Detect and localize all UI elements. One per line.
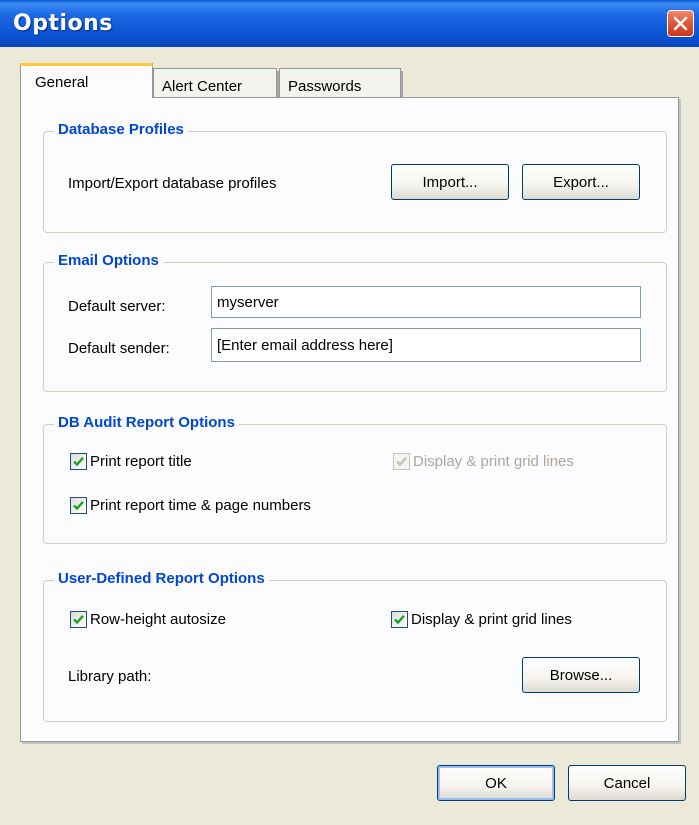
ok-button[interactable]: OK <box>437 765 555 801</box>
database-profiles-title: Database Profiles <box>54 121 188 138</box>
import-button[interactable]: Import... <box>391 164 509 200</box>
default-server-input[interactable] <box>211 286 641 318</box>
title-bar: Options <box>0 0 699 47</box>
row-height-autosize-checkbox[interactable]: Row-height autosize <box>70 611 226 628</box>
database-profiles-description: Import/Export database profiles <box>68 175 277 192</box>
user-defined-options-title: User-Defined Report Options <box>54 570 269 587</box>
row-height-autosize-label: Row-height autosize <box>90 611 226 628</box>
browse-button[interactable]: Browse... <box>522 657 640 693</box>
db-audit-options-title: DB Audit Report Options <box>54 414 239 431</box>
user-defined-grid-lines-checkbox[interactable]: Display & print grid lines <box>391 611 572 628</box>
user-defined-options-group: User-Defined Report Options Row-height a… <box>43 570 667 722</box>
db-audit-grid-lines-box <box>393 453 410 470</box>
database-profiles-group: Database Profiles Import/Export database… <box>43 121 667 233</box>
checkmark-icon <box>73 456 84 467</box>
email-options-group: Email Options Default server: Default se… <box>43 252 667 392</box>
checkmark-icon <box>73 500 84 511</box>
print-time-page-numbers-checkbox[interactable]: Print report time & page numbers <box>70 497 311 514</box>
tab-alert-center[interactable]: Alert Center <box>153 68 279 98</box>
print-report-title-box[interactable] <box>70 453 87 470</box>
default-sender-label: Default sender: <box>68 340 170 357</box>
checkmark-icon <box>73 614 84 625</box>
email-options-title: Email Options <box>54 252 163 269</box>
default-server-label: Default server: <box>68 298 166 315</box>
db-audit-grid-lines-checkbox: Display & print grid lines <box>393 453 574 470</box>
print-report-title-label: Print report title <box>90 453 192 470</box>
export-button[interactable]: Export... <box>522 164 640 200</box>
tab-general[interactable]: General <box>20 63 153 98</box>
default-sender-input[interactable] <box>211 328 641 362</box>
user-defined-grid-lines-box[interactable] <box>391 611 408 628</box>
tab-passwords-label: Passwords <box>288 78 362 95</box>
checkmark-icon <box>394 614 405 625</box>
tab-panel-general: Database Profiles Import/Export database… <box>20 97 679 742</box>
library-path-label: Library path: <box>68 668 152 685</box>
print-time-page-numbers-box[interactable] <box>70 497 87 514</box>
close-button[interactable] <box>667 10 694 37</box>
db-audit-options-group: DB Audit Report Options Print report tit… <box>43 414 667 544</box>
print-time-page-numbers-label: Print report time & page numbers <box>90 497 311 514</box>
print-report-title-checkbox[interactable]: Print report title <box>70 453 192 470</box>
cancel-button[interactable]: Cancel <box>568 765 686 801</box>
tab-alert-center-label: Alert Center <box>162 78 243 95</box>
checkmark-icon <box>396 456 407 467</box>
row-height-autosize-box[interactable] <box>70 611 87 628</box>
user-defined-grid-lines-label: Display & print grid lines <box>411 611 572 628</box>
db-audit-grid-lines-label: Display & print grid lines <box>413 453 574 470</box>
close-icon <box>673 16 688 31</box>
tab-general-label: General <box>35 74 89 91</box>
tab-passwords[interactable]: Passwords <box>279 68 403 98</box>
window-title: Options <box>13 11 113 36</box>
